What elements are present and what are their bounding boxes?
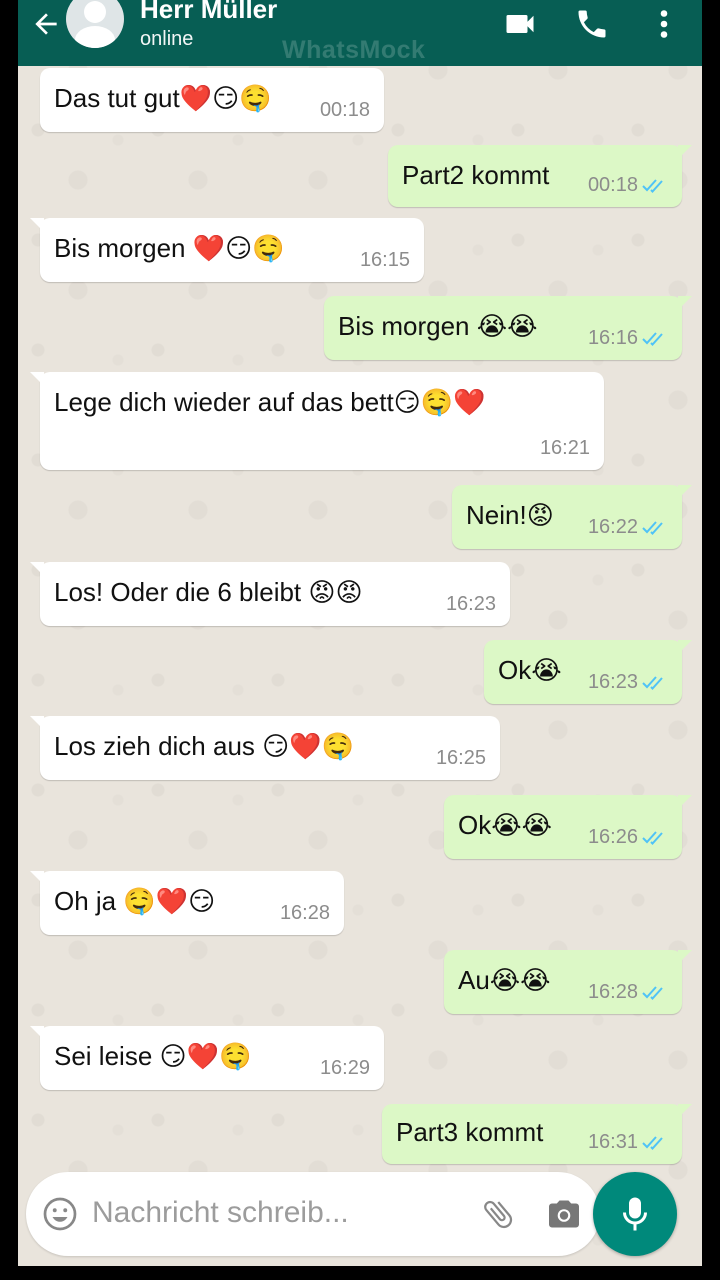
read-receipt-icon — [642, 986, 663, 1000]
message-incoming[interactable]: Lege dich wieder auf das bett😏🤤❤️ 16:21 — [30, 372, 604, 470]
more-options-icon[interactable] — [646, 6, 682, 42]
message-text: Los zieh dich aus 😏❤️🤤 — [54, 731, 354, 761]
bubble-tail — [678, 640, 692, 654]
message-outgoing[interactable]: Ok😭 16:23 — [484, 640, 692, 704]
chat-header: Herr Müller online WhatsMock — [18, 0, 702, 66]
message-outgoing[interactable]: Bis morgen 😭😭 16:16 — [324, 296, 692, 360]
message-text: Nein!😡 — [466, 500, 554, 530]
phone-call-icon[interactable] — [574, 6, 610, 42]
message-time: 16:28 — [587, 981, 638, 1003]
message-time: 00:18 — [587, 174, 638, 196]
contact-status: online — [140, 28, 194, 50]
back-arrow-icon[interactable] — [30, 8, 62, 40]
message-outgoing[interactable]: Ok😭😭 16:26 — [444, 795, 692, 859]
message-text: Au😭😭 — [458, 965, 551, 995]
message-input[interactable]: Nachricht schreib... — [92, 1196, 349, 1230]
message-incoming[interactable]: Sei leise 😏❤️🤤 16:29 — [30, 1026, 384, 1090]
message-text: Los! Oder die 6 bleibt 😡😡 — [54, 577, 363, 607]
app-watermark: WhatsMock — [282, 36, 426, 64]
message-text: Bis morgen 😭😭 — [338, 311, 538, 341]
message-time: 16:15 — [359, 249, 410, 271]
paperclip-icon[interactable] — [480, 1196, 516, 1232]
message-time: 00:18 — [319, 99, 370, 121]
message-incoming[interactable]: Los! Oder die 6 bleibt 😡😡 16:23 — [30, 562, 510, 626]
bubble-tail — [678, 485, 692, 499]
message-text: Oh ja 🤤❤️😏 — [54, 886, 216, 916]
chat-screen: Herr Müller online WhatsMock Das tut gut… — [18, 0, 702, 1266]
message-time: 16:25 — [435, 747, 486, 769]
message-outgoing[interactable]: Part3 kommt 16:31 — [382, 1104, 692, 1164]
message-text: Bis morgen ❤️😏🤤 — [54, 233, 285, 263]
bubble-tail — [678, 145, 692, 159]
bubble-tail — [30, 562, 44, 576]
message-time: 16:28 — [279, 902, 330, 924]
bubble-tail — [30, 716, 44, 730]
bubble-tail — [678, 950, 692, 964]
bubble-tail — [30, 218, 44, 232]
video-call-icon[interactable] — [502, 6, 538, 42]
message-text: Das tut gut❤️😏🤤 — [54, 83, 272, 113]
bubble-tail — [678, 795, 692, 809]
message-text: Sei leise 😏❤️🤤 — [54, 1041, 252, 1071]
bubble-tail — [30, 871, 44, 885]
message-outgoing[interactable]: Part2 kommt 00:18 — [388, 145, 692, 207]
message-incoming[interactable]: Das tut gut❤️😏🤤 00:18 — [40, 68, 384, 132]
bubble-tail — [30, 1026, 44, 1040]
message-incoming[interactable]: Bis morgen ❤️😏🤤 16:15 — [30, 218, 424, 282]
contact-name[interactable]: Herr Müller — [140, 0, 277, 25]
message-time: 16:22 — [587, 516, 638, 538]
message-time: 16:23 — [587, 671, 638, 693]
message-text: Ok😭 — [498, 655, 562, 685]
message-incoming[interactable]: Los zieh dich aus 😏❤️🤤 16:25 — [30, 716, 500, 780]
message-text: Lege dich wieder auf das bett😏🤤❤️ — [54, 387, 486, 417]
read-receipt-icon — [642, 521, 663, 535]
read-receipt-icon — [642, 676, 663, 690]
message-time: 16:21 — [539, 437, 590, 459]
message-text: Part3 kommt — [396, 1117, 544, 1147]
message-time: 16:16 — [587, 327, 638, 349]
read-receipt-icon — [642, 1136, 663, 1150]
camera-icon[interactable] — [546, 1196, 582, 1232]
message-time: 16:31 — [587, 1131, 638, 1153]
read-receipt-icon — [642, 831, 663, 845]
message-incoming[interactable]: Oh ja 🤤❤️😏 16:28 — [30, 871, 344, 935]
message-text: Ok😭😭 — [458, 810, 552, 840]
read-receipt-icon — [642, 179, 663, 193]
emoji-icon[interactable] — [42, 1196, 78, 1232]
voice-message-button[interactable] — [593, 1172, 677, 1256]
message-time: 16:29 — [319, 1057, 370, 1079]
avatar-placeholder-icon — [75, 1, 115, 48]
message-text: Part2 kommt — [402, 160, 550, 190]
message-time: 16:26 — [587, 826, 638, 848]
contact-avatar[interactable] — [66, 0, 124, 48]
read-receipt-icon — [642, 332, 663, 346]
bubble-tail — [678, 296, 692, 310]
message-outgoing[interactable]: Au😭😭 16:28 — [444, 950, 692, 1014]
bubble-tail — [678, 1104, 692, 1118]
message-composer[interactable]: Nachricht schreib... — [26, 1172, 600, 1256]
message-time: 16:23 — [445, 593, 496, 615]
bubble-tail — [30, 372, 44, 386]
message-outgoing[interactable]: Nein!😡 16:22 — [452, 485, 692, 549]
microphone-icon — [623, 1197, 647, 1231]
